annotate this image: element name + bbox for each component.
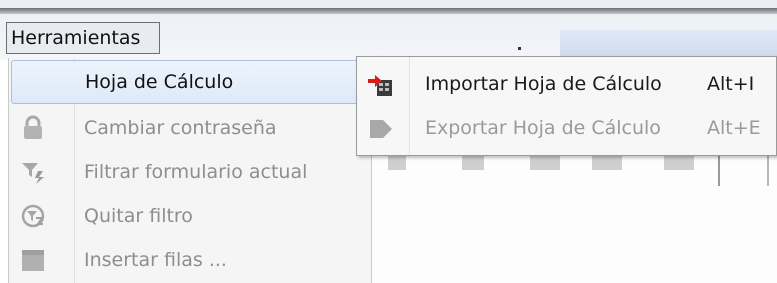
remove-filter-icon xyxy=(19,202,47,230)
menu-item-label: Quitar filtro xyxy=(84,205,193,227)
toolbar-dot xyxy=(518,47,521,50)
menu-herramientas[interactable]: Herramientas xyxy=(6,22,160,54)
shortcut-label: Alt+E xyxy=(707,117,761,139)
menu-item-label: Insertar filas ... xyxy=(84,249,227,271)
window-frame-edge xyxy=(0,8,777,14)
shortcut-label: Alt+I xyxy=(707,73,755,95)
menu-item-hoja-de-calculo[interactable]: Hoja de Cálculo xyxy=(11,60,369,104)
background-divider xyxy=(718,156,720,186)
menu-item-label: Cambiar contraseña xyxy=(84,117,277,139)
menu-item-label: Hoja de Cálculo xyxy=(85,71,234,93)
lock-icon xyxy=(19,114,47,142)
herramientas-dropdown: Hoja de Cálculo Cambiar contraseña Filtr… xyxy=(8,58,372,283)
submenu-item-importar[interactable]: Importar Hoja de Cálculo Alt+I xyxy=(357,63,776,107)
background-toolbar-area xyxy=(370,156,777,283)
menu-item-quitar-filtro[interactable]: Quitar filtro xyxy=(9,194,371,238)
background-divider xyxy=(767,156,769,186)
menu-item-cambiar-contrasena[interactable]: Cambiar contraseña xyxy=(9,106,371,150)
filter-icon xyxy=(19,158,47,186)
menu-item-label: Filtrar formulario actual xyxy=(84,161,308,183)
export-spreadsheet-icon xyxy=(367,115,395,143)
menu-item-insertar-filas[interactable]: Insertar filas ... xyxy=(9,238,371,282)
insert-rows-icon xyxy=(19,246,47,274)
background-toolbar-icon xyxy=(388,156,406,170)
background-toolbar-icon xyxy=(530,156,560,170)
hoja-de-calculo-submenu: Importar Hoja de Cálculo Alt+I Exportar … xyxy=(356,56,777,156)
menu-item-filtrar-formulario[interactable]: Filtrar formulario actual xyxy=(9,150,371,194)
submenu-item-label: Importar Hoja de Cálculo xyxy=(425,73,662,95)
background-toolbar-icon xyxy=(462,156,484,170)
background-toolbar-icon xyxy=(664,156,694,170)
background-toolbar-icon xyxy=(592,156,622,170)
toolbar-strip xyxy=(560,30,777,56)
menubar: Herramientas xyxy=(0,0,777,60)
submenu-item-label: Exportar Hoja de Cálculo xyxy=(425,117,661,139)
import-spreadsheet-icon xyxy=(367,71,395,99)
submenu-item-exportar[interactable]: Exportar Hoja de Cálculo Alt+E xyxy=(357,107,776,151)
